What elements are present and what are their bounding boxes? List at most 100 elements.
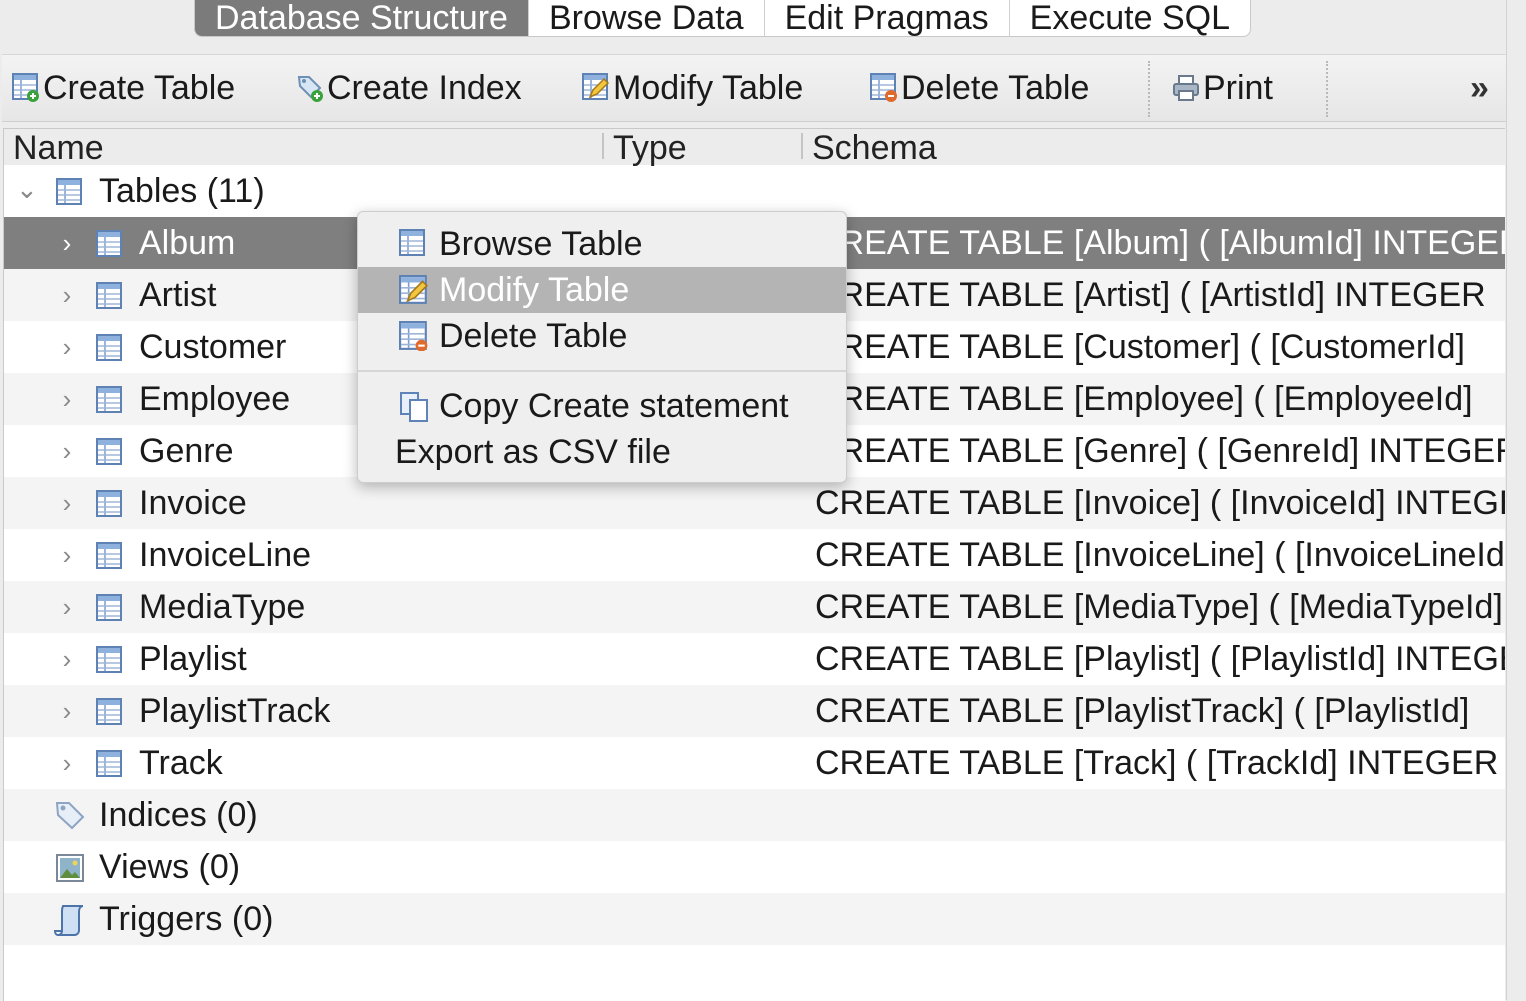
expand-chevron-icon[interactable]: › (57, 685, 77, 737)
table-name: Employee (139, 380, 291, 418)
toolbar-separator (1326, 61, 1328, 117)
create-index-label: Create Index (327, 68, 522, 107)
trigger-scroll-icon (54, 905, 84, 936)
table-icon (96, 230, 122, 257)
column-header-schema[interactable]: Schema (812, 129, 937, 168)
index-tag-icon (55, 802, 85, 830)
table-name: Invoice (139, 484, 247, 522)
view-picture-icon (56, 854, 84, 882)
column-divider[interactable] (801, 133, 803, 159)
table-context-menu: Browse Table Modify Table Delete Table C… (357, 211, 847, 483)
table-icon (96, 386, 122, 413)
toolbar-overflow-chevron-icon[interactable]: » (1470, 69, 1489, 108)
expand-chevron-icon[interactable]: › (57, 321, 77, 373)
table-name: Track (139, 744, 223, 782)
table-row[interactable]: › MediaType CREATE TABLE [MediaType] ( [… (4, 581, 1505, 633)
table-schema: CREATE TABLE [Employee] ( [EmployeeId] (815, 380, 1473, 418)
tab-edit-pragmas[interactable]: Edit Pragmas (765, 0, 1010, 36)
menu-item-modify-table[interactable]: Modify Table (358, 267, 846, 313)
tab-browse-data[interactable]: Browse Data (529, 0, 765, 36)
menu-item-copy-create-statement[interactable]: Copy Create statement (358, 383, 846, 429)
views-group-label: Views (0) (99, 848, 241, 886)
table-icon (56, 178, 82, 205)
window-right-edge (1506, 0, 1526, 1000)
expand-chevron-icon[interactable]: › (57, 477, 77, 529)
table-icon (96, 334, 122, 361)
menu-label: Modify Table (439, 271, 630, 309)
table-name: InvoiceLine (139, 536, 312, 574)
table-name: PlaylistTrack (139, 692, 331, 730)
menu-item-delete-table[interactable]: Delete Table (358, 313, 846, 359)
table-icon (96, 438, 122, 465)
views-group-row[interactable]: Views (0) (4, 841, 1505, 893)
table-icon (96, 750, 122, 777)
delete-table-button[interactable]: Delete Table (870, 55, 1089, 121)
tables-group-label: Tables (11) (99, 172, 265, 210)
create-index-icon (297, 76, 323, 102)
print-label: Print (1203, 68, 1273, 107)
table-icon (96, 490, 122, 517)
expand-chevron-icon[interactable]: › (57, 373, 77, 425)
menu-separator (358, 370, 846, 372)
table-icon (96, 542, 122, 569)
expand-chevron-icon[interactable]: › (57, 529, 77, 581)
collapse-chevron-icon[interactable]: ⌄ (16, 163, 38, 215)
table-name: Customer (139, 328, 287, 366)
tree-header: Name Type Schema (4, 129, 1505, 168)
expand-chevron-icon[interactable]: › (57, 217, 77, 269)
column-header-type[interactable]: Type (613, 129, 687, 168)
table-schema: CREATE TABLE [InvoiceLine] ( [InvoiceLin… (815, 536, 1505, 574)
create-index-button[interactable]: Create Index (296, 55, 522, 121)
triggers-group-row[interactable]: Triggers (0) (4, 893, 1505, 945)
triggers-group-label: Triggers (0) (99, 900, 274, 938)
create-table-icon (12, 73, 39, 102)
create-table-button[interactable]: Create Table (12, 55, 235, 121)
table-icon (96, 594, 122, 621)
tables-group-row[interactable]: ⌄ Tables (11) (4, 165, 1505, 217)
expand-chevron-icon[interactable]: › (57, 269, 77, 321)
print-button[interactable]: Print (1172, 55, 1273, 121)
expand-chevron-icon[interactable]: › (57, 633, 77, 685)
indices-group-row[interactable]: Indices (0) (4, 789, 1505, 841)
modify-table-button[interactable]: Modify Table (582, 55, 803, 121)
expand-chevron-icon[interactable]: › (57, 581, 77, 633)
tab-execute-sql[interactable]: Execute SQL (1010, 0, 1250, 36)
empty-row (4, 945, 1505, 997)
modify-table-icon (582, 73, 610, 100)
menu-label: Copy Create statement (439, 387, 789, 425)
create-table-label: Create Table (43, 68, 236, 107)
table-row[interactable]: › InvoiceLine CREATE TABLE [InvoiceLine]… (4, 529, 1505, 581)
browse-table-icon (399, 229, 425, 256)
expand-chevron-icon[interactable]: › (57, 737, 77, 789)
table-schema: CREATE TABLE [MediaType] ( [MediaTypeId] (815, 588, 1503, 626)
tab-database-structure[interactable]: Database Structure (195, 0, 529, 36)
menu-item-browse-table[interactable]: Browse Table (358, 221, 846, 267)
modify-table-icon (399, 275, 428, 304)
menu-label: Export as CSV file (395, 433, 671, 471)
indices-group-label: Indices (0) (99, 796, 258, 834)
table-icon (96, 698, 122, 725)
table-name: Genre (139, 432, 234, 470)
table-row[interactable]: › Invoice CREATE TABLE [Invoice] ( [Invo… (4, 477, 1505, 529)
table-row[interactable]: › Playlist CREATE TABLE [Playlist] ( [Pl… (4, 633, 1505, 685)
menu-item-export-csv[interactable]: Export as CSV file (358, 429, 846, 475)
delete-table-icon (870, 73, 897, 102)
table-schema: CREATE TABLE [Track] ( [TrackId] INTEGER (815, 744, 1499, 782)
modify-table-label: Modify Table (613, 68, 804, 107)
table-name: Playlist (139, 640, 247, 678)
table-schema: CREATE TABLE [PlaylistTrack] ( [Playlist… (815, 692, 1470, 730)
structure-toolbar: Create Table Create Index Modify Table D… (2, 54, 1506, 122)
expand-chevron-icon[interactable]: › (57, 425, 77, 477)
table-name: MediaType (139, 588, 306, 626)
table-name: Artist (139, 276, 217, 314)
table-schema: CREATE TABLE [Genre] ( [GenreId] INTEGER (815, 432, 1505, 470)
table-row[interactable]: › PlaylistTrack CREATE TABLE [PlaylistTr… (4, 685, 1505, 737)
copy-icon (400, 392, 428, 422)
printer-icon (1173, 75, 1199, 101)
table-schema: CREATE TABLE [Customer] ( [CustomerId] (815, 328, 1465, 366)
table-schema: CREATE TABLE [Playlist] ( [PlaylistId] I… (815, 640, 1505, 678)
column-divider[interactable] (602, 133, 604, 159)
table-schema: CREATE TABLE [Invoice] ( [InvoiceId] INT… (815, 484, 1505, 522)
column-header-name[interactable]: Name (13, 129, 104, 168)
table-row[interactable]: › Track CREATE TABLE [Track] ( [TrackId]… (4, 737, 1505, 789)
